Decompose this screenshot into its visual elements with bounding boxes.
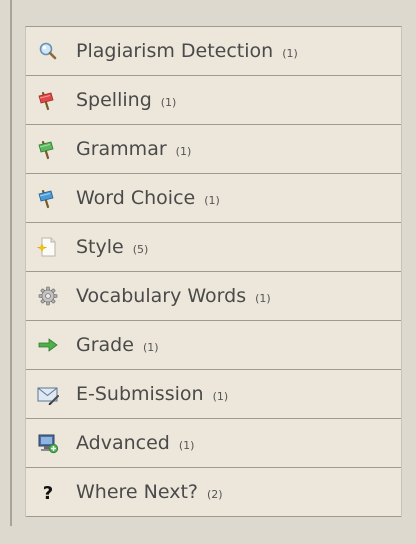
green-arrow-icon bbox=[36, 333, 60, 357]
magnifier-icon bbox=[36, 39, 60, 63]
menu-item-count: (5) bbox=[132, 242, 149, 256]
menu-item-e-submission[interactable]: E-Submission (1) bbox=[26, 370, 401, 419]
menu-item-label: Vocabulary Words bbox=[76, 285, 247, 307]
panel-divider bbox=[10, 0, 12, 526]
menu-item-count: (1) bbox=[282, 46, 298, 60]
menu-item-word-choice[interactable]: Word Choice (1) bbox=[26, 174, 401, 223]
envelope-icon bbox=[36, 382, 60, 406]
menu-item-label: Where Next? bbox=[76, 481, 198, 503]
question-mark-icon: ? bbox=[36, 480, 60, 504]
side-panel: Plagiarism Detection (1) Spelling (1) Gr… bbox=[0, 0, 416, 544]
menu-item-count: (1) bbox=[142, 340, 159, 354]
monitor-add-icon bbox=[36, 431, 60, 455]
menu-item-count: (1) bbox=[175, 144, 192, 158]
menu-item-count: (1) bbox=[178, 438, 195, 452]
menu-item-vocabulary-words[interactable]: Vocabulary Words (1) bbox=[26, 272, 401, 321]
menu-item-grade[interactable]: Grade (1) bbox=[26, 321, 401, 370]
menu-item-count: (1) bbox=[255, 291, 271, 305]
blue-flag-icon bbox=[36, 186, 60, 210]
menu-item-grammar[interactable]: Grammar (1) bbox=[26, 125, 401, 174]
menu-item-plagiarism-detection[interactable]: Plagiarism Detection (1) bbox=[26, 27, 401, 76]
menu-item-label: Plagiarism Detection bbox=[76, 40, 274, 62]
menu-item-count: (1) bbox=[204, 193, 220, 207]
menu-item-label: Grade bbox=[76, 334, 134, 356]
menu-item-style[interactable]: Style (5) bbox=[26, 223, 401, 272]
menu-item-label: E-Submission bbox=[76, 383, 204, 405]
menu-item-spelling[interactable]: Spelling (1) bbox=[26, 76, 401, 125]
menu-item-label: Grammar bbox=[76, 138, 167, 160]
menu-item-count: (1) bbox=[160, 95, 177, 109]
svg-text:?: ? bbox=[43, 483, 53, 503]
menu-item-count: (2) bbox=[207, 487, 223, 501]
red-flag-icon bbox=[36, 88, 60, 112]
menu-item-label: Spelling bbox=[76, 89, 152, 111]
menu-item-advanced[interactable]: Advanced (1) bbox=[26, 419, 401, 468]
gear-icon bbox=[36, 284, 60, 308]
document-sparkle-icon bbox=[36, 235, 60, 259]
menu-item-where-next[interactable]: ? Where Next? (2) bbox=[26, 468, 401, 517]
menu-item-label: Advanced bbox=[76, 432, 170, 454]
green-flag-icon bbox=[36, 137, 60, 161]
menu-item-label: Style bbox=[76, 236, 124, 258]
menu-item-count: (1) bbox=[212, 389, 229, 403]
feature-menu: Plagiarism Detection (1) Spelling (1) Gr… bbox=[25, 26, 402, 517]
menu-item-label: Word Choice bbox=[76, 187, 196, 209]
